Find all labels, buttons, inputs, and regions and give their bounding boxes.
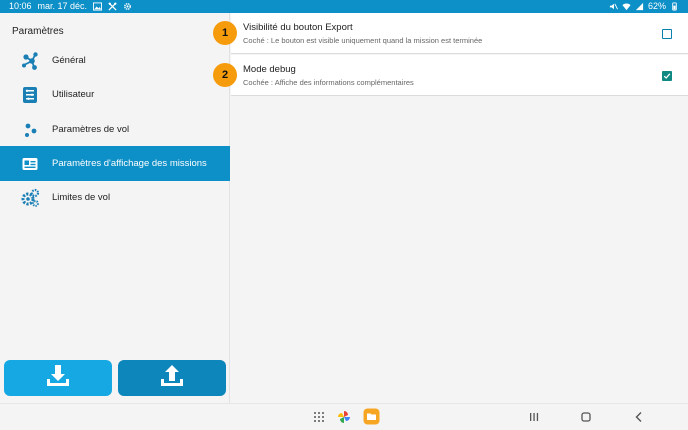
gears-icon xyxy=(20,188,40,208)
setting-export-visibility[interactable]: Visibilité du bouton Export Coché : Le b… xyxy=(231,13,688,54)
signal-icon xyxy=(635,2,644,11)
recent-apps-icon[interactable] xyxy=(527,410,541,424)
sidebar-item-flight-limits[interactable]: Limites de vol xyxy=(0,180,230,215)
settings-sidebar: Paramètres Général Utilisateur Paramètre… xyxy=(0,13,230,403)
sidebar-item-label: Limites de vol xyxy=(52,192,111,203)
upload-icon xyxy=(159,363,185,394)
setting-description: Coché : Le bouton est visible uniquement… xyxy=(243,36,483,45)
setting-debug-mode[interactable]: Mode debug Cochée : Affiche des informat… xyxy=(231,55,688,96)
user-card-icon xyxy=(20,85,40,105)
status-time: 10:06 xyxy=(9,1,32,11)
status-date: mar. 17 déc. xyxy=(37,1,88,11)
folder-app-icon[interactable] xyxy=(363,408,380,425)
setting-title: Visibilité du bouton Export xyxy=(243,22,353,33)
tools-icon xyxy=(108,2,117,11)
mute-icon xyxy=(609,2,618,11)
settings-gear-icon xyxy=(123,2,132,11)
check-icon xyxy=(663,73,671,79)
sidebar-item-label: Général xyxy=(52,55,86,66)
sidebar-item-label: Utilisateur xyxy=(52,89,95,100)
system-navigation-bar xyxy=(0,403,688,430)
annotation-badge: 2 xyxy=(213,63,237,87)
setting-title: Mode debug xyxy=(243,64,296,75)
download-icon xyxy=(45,363,71,394)
home-icon[interactable] xyxy=(579,410,593,424)
settings-content: Visibilité du bouton Export Coché : Le b… xyxy=(231,13,688,403)
sidebar-title: Paramètres xyxy=(12,26,64,37)
waypoints-icon xyxy=(20,120,40,140)
sidebar-item-label: Paramètres d'affichage des missions xyxy=(52,158,207,169)
battery-icon xyxy=(670,2,679,11)
network-nodes-icon xyxy=(20,51,40,71)
export-visibility-checkbox[interactable] xyxy=(662,29,672,39)
annotation-badge: 1 xyxy=(213,21,237,45)
sidebar-item-mission-display[interactable]: Paramètres d'affichage des missions xyxy=(0,146,230,181)
battery-percent: 62% xyxy=(647,1,666,11)
gallery-icon xyxy=(93,2,103,11)
mission-card-icon xyxy=(20,154,40,174)
status-bar: 10:06 mar. 17 déc. 62% xyxy=(0,0,688,13)
sidebar-item-general[interactable]: Général xyxy=(0,43,230,78)
pinwheel-app-icon[interactable] xyxy=(337,410,351,424)
upload-button[interactable] xyxy=(118,360,226,396)
setting-description: Cochée : Affiche des informations complé… xyxy=(243,78,414,87)
sidebar-item-flight-settings[interactable]: Paramètres de vol xyxy=(0,112,230,147)
download-button[interactable] xyxy=(4,360,112,396)
debug-mode-checkbox[interactable] xyxy=(662,71,672,81)
sidebar-item-label: Paramètres de vol xyxy=(52,124,130,135)
wifi-icon xyxy=(622,2,631,11)
app-drawer-icon[interactable] xyxy=(312,410,326,424)
back-icon[interactable] xyxy=(632,410,646,424)
sidebar-item-user[interactable]: Utilisateur xyxy=(0,77,230,112)
